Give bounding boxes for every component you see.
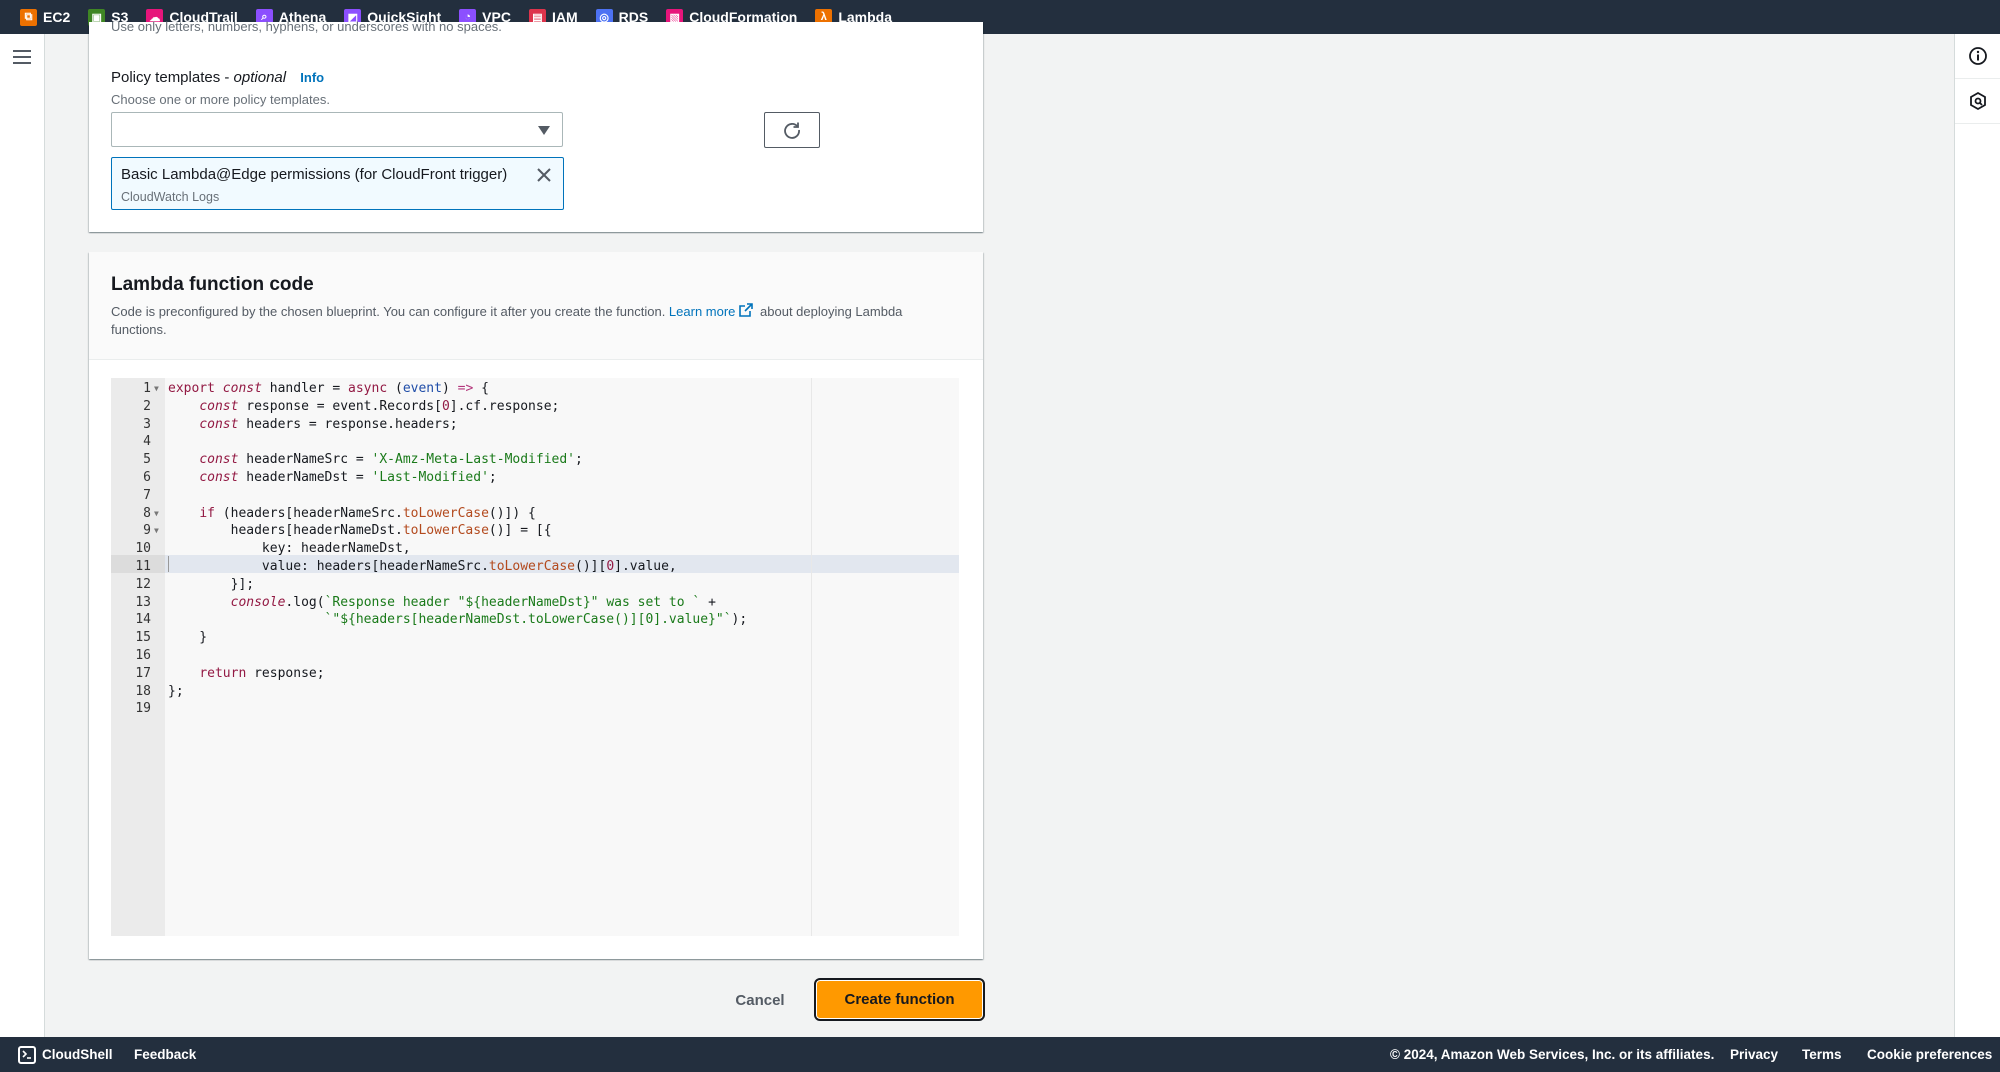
print-margin bbox=[811, 378, 812, 936]
cloudshell-button[interactable]: CloudShell bbox=[18, 1045, 113, 1064]
selected-policy-token: Basic Lambda@Edge permissions (for Cloud… bbox=[111, 157, 564, 210]
card-description: Code is preconfigured by the chosen blue… bbox=[111, 303, 903, 337]
info-panel-button[interactable] bbox=[1955, 34, 2000, 79]
service-label: EC2 bbox=[43, 9, 71, 25]
line-number: 3 bbox=[143, 416, 151, 432]
line-number: 13 bbox=[135, 594, 151, 610]
line-number: 19 bbox=[135, 701, 151, 717]
feedback-link[interactable]: Feedback bbox=[134, 1047, 196, 1062]
hexagon-gear-icon bbox=[1970, 91, 1986, 111]
info-link[interactable]: Info bbox=[300, 70, 324, 85]
service-shortcut-ec2[interactable]: ⧉ EC2 bbox=[20, 8, 71, 26]
policy-templates-description: Choose one or more policy templates. bbox=[111, 92, 330, 107]
code-text: `"${headers[headerNameDst.toLowerCase()]… bbox=[324, 612, 748, 628]
code-text: const headerNameSrc = 'X-Amz-Meta-Last-M… bbox=[199, 452, 583, 468]
line-number: 10 bbox=[135, 541, 151, 557]
function-name-hint: Use only letters, numbers, hyphens, or u… bbox=[111, 19, 502, 34]
line-number: 17 bbox=[135, 665, 151, 681]
line-number: 18 bbox=[135, 683, 151, 699]
fold-toggle-icon[interactable]: ▼ bbox=[154, 522, 159, 540]
line-number: 2 bbox=[143, 398, 151, 414]
policy-templates-select[interactable] bbox=[111, 112, 563, 147]
code-text: const headerNameDst = 'Last-Modified'; bbox=[199, 469, 497, 485]
menu-icon[interactable] bbox=[13, 50, 31, 64]
permissions-card: Use only letters, numbers, hyphens, or u… bbox=[89, 19, 983, 232]
create-function-button[interactable]: Create function bbox=[814, 978, 985, 1021]
fold-toggle-icon[interactable]: ▼ bbox=[154, 380, 159, 398]
code-text: if (headers[headerNameSrc.toLowerCase()]… bbox=[199, 505, 536, 521]
ec2-icon: ⧉ bbox=[20, 8, 37, 26]
right-tools-rail bbox=[1954, 34, 2000, 1037]
line-number: 11 bbox=[135, 558, 151, 574]
line-number: 14 bbox=[135, 612, 151, 628]
line-number: 15 bbox=[135, 630, 151, 646]
code-text: key: headerNameDst, bbox=[168, 541, 411, 557]
token-subtitle: CloudWatch Logs bbox=[121, 190, 220, 204]
copyright-text: © 2024, Amazon Web Services, Inc. or its… bbox=[1390, 1047, 1715, 1062]
terms-link[interactable]: Terms bbox=[1802, 1047, 1842, 1062]
code-text: headers[headerNameDst.toLowerCase()] = [… bbox=[168, 523, 552, 539]
policy-templates-label: Policy templates - optional Info bbox=[111, 69, 325, 86]
line-number: 5 bbox=[143, 452, 151, 468]
card-header: Lambda function code Code is preconfigur… bbox=[89, 252, 983, 360]
code-editor[interactable]: 1 ▼ export const handler = async (event) =… bbox=[111, 378, 959, 936]
line-number: 6 bbox=[143, 469, 151, 485]
caret-down-icon bbox=[538, 126, 550, 135]
cloudshell-icon bbox=[18, 1045, 36, 1064]
learn-more-link[interactable]: Learn more bbox=[669, 304, 735, 319]
line-number: 1 bbox=[143, 381, 151, 396]
line-number: 9 bbox=[143, 523, 151, 539]
left-nav-rail bbox=[0, 34, 45, 1037]
cookie-preferences-link[interactable]: Cookie preferences bbox=[1867, 1047, 1992, 1062]
code-text: }; bbox=[168, 683, 184, 699]
refresh-button[interactable] bbox=[764, 112, 820, 148]
function-code-card: Lambda function code Code is preconfigur… bbox=[89, 252, 983, 959]
fold-toggle-icon[interactable]: ▼ bbox=[154, 505, 159, 523]
code-text: return response; bbox=[199, 665, 325, 681]
code-text: }]; bbox=[168, 576, 255, 592]
privacy-link[interactable]: Privacy bbox=[1730, 1047, 1778, 1062]
code-text: const response = event.Records[0].cf.res… bbox=[199, 398, 560, 414]
tools-panel-button[interactable] bbox=[1955, 79, 2000, 124]
line-number: 7 bbox=[143, 487, 151, 503]
line-number: 4 bbox=[143, 434, 151, 450]
code-text: value: headers[headerNameSrc.toLowerCase… bbox=[168, 558, 677, 574]
line-number: 8 bbox=[143, 505, 151, 521]
code-text: const headers = response.headers; bbox=[199, 416, 458, 432]
line-number: 16 bbox=[135, 647, 151, 663]
refresh-icon bbox=[784, 122, 800, 139]
code-text: console.log(`Response header "${headerNa… bbox=[230, 594, 716, 610]
code-text: } bbox=[168, 630, 208, 646]
code-text: export const handler = async (event) => … bbox=[168, 381, 489, 396]
line-number: 12 bbox=[135, 576, 151, 592]
footer: CloudShell Feedback © 2024, Amazon Web S… bbox=[0, 1037, 2000, 1072]
external-link-icon bbox=[739, 303, 754, 317]
token-title: Basic Lambda@Edge permissions (for Cloud… bbox=[121, 166, 508, 183]
info-icon bbox=[1969, 47, 1987, 65]
cancel-button[interactable]: Cancel bbox=[720, 985, 800, 1015]
remove-token-icon[interactable] bbox=[535, 166, 553, 184]
text-cursor bbox=[168, 556, 169, 572]
card-title: Lambda function code bbox=[111, 274, 314, 295]
